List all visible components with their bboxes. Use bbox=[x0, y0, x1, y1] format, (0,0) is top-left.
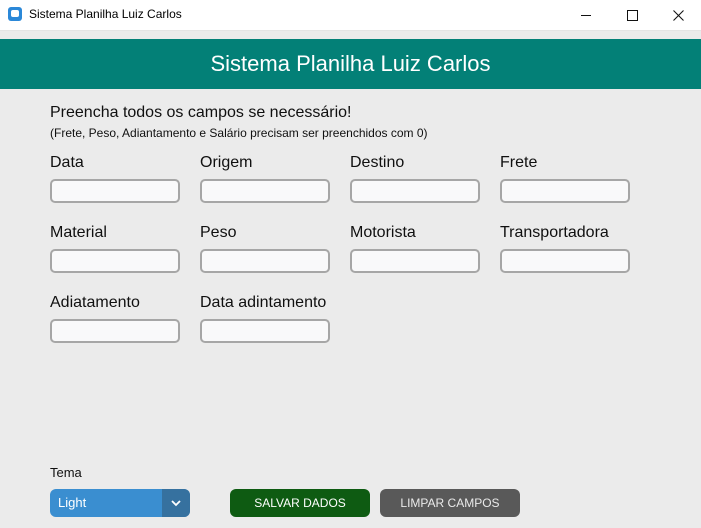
app-icon bbox=[8, 7, 22, 21]
material-input[interactable] bbox=[50, 249, 180, 273]
transportadora-label: Transportadora bbox=[500, 224, 609, 241]
theme-select[interactable]: Light bbox=[50, 489, 190, 517]
theme-dropdown-button[interactable] bbox=[162, 489, 190, 517]
banner-title: Sistema Planilha Luiz Carlos bbox=[210, 51, 491, 76]
destino-label: Destino bbox=[350, 154, 405, 171]
header-banner: Sistema Planilha Luiz Carlos bbox=[0, 39, 701, 89]
instruction-text: Preencha todos os campos se necessário! bbox=[50, 104, 352, 121]
clear-button[interactable]: LIMPAR CAMPOS bbox=[380, 489, 520, 517]
close-icon bbox=[672, 9, 684, 21]
frete-input[interactable] bbox=[500, 179, 630, 203]
clear-button-label: LIMPAR CAMPOS bbox=[400, 496, 500, 510]
maximize-icon bbox=[626, 9, 638, 21]
chevron-down-icon bbox=[171, 499, 181, 506]
motorista-label: Motorista bbox=[350, 224, 416, 241]
data-input[interactable] bbox=[50, 179, 180, 203]
data-adiantamento-label: Data adintamento bbox=[200, 294, 327, 311]
destino-input[interactable] bbox=[350, 179, 480, 203]
maximize-button[interactable] bbox=[609, 0, 655, 30]
minimize-button[interactable] bbox=[563, 0, 609, 30]
title-bar: Sistema Planilha Luiz Carlos bbox=[0, 0, 701, 31]
instruction-note: (Frete, Peso, Adiantamento e Salário pre… bbox=[50, 126, 428, 140]
motorista-input[interactable] bbox=[350, 249, 480, 273]
material-label: Material bbox=[50, 224, 107, 241]
origem-input[interactable] bbox=[200, 179, 330, 203]
transportadora-input[interactable] bbox=[500, 249, 630, 273]
data-adiantamento-input[interactable] bbox=[200, 319, 330, 343]
save-button[interactable]: SALVAR DADOS bbox=[230, 489, 370, 517]
data-label: Data bbox=[50, 154, 84, 171]
minimize-icon bbox=[581, 14, 591, 16]
adiantamento-label: Adiatamento bbox=[50, 294, 140, 311]
window-title: Sistema Planilha Luiz Carlos bbox=[29, 7, 182, 21]
frete-label: Frete bbox=[500, 154, 538, 171]
theme-selected-value: Light bbox=[58, 495, 87, 510]
save-button-label: SALVAR DADOS bbox=[254, 496, 346, 510]
theme-label: Tema bbox=[50, 465, 82, 480]
peso-input[interactable] bbox=[200, 249, 330, 273]
close-button[interactable] bbox=[655, 0, 701, 30]
adiantamento-input[interactable] bbox=[50, 319, 180, 343]
origem-label: Origem bbox=[200, 154, 253, 171]
peso-label: Peso bbox=[200, 224, 237, 241]
